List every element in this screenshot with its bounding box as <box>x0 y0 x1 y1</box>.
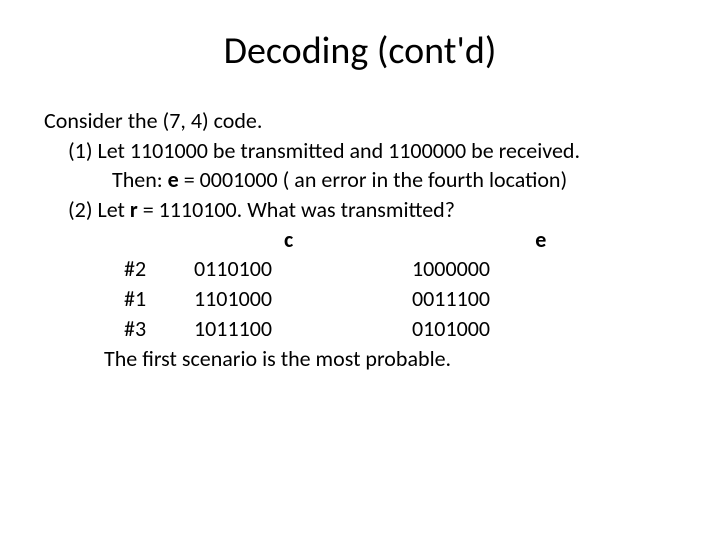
slide-title: Decoding (cont'd) <box>44 28 676 74</box>
e-bold: e <box>168 166 179 193</box>
table-header: c e <box>44 225 676 255</box>
row-index: #3 <box>124 314 194 344</box>
row-c: 0110100 <box>194 254 412 284</box>
intro-text: Consider the (7, 4) code. <box>44 106 676 136</box>
row-e: 0101000 <box>412 314 676 344</box>
header-c: c <box>124 225 293 255</box>
row-index: #1 <box>124 284 194 314</box>
point-1-then: Then: e = 0001000 ( an error in the four… <box>44 165 676 195</box>
row-c: 1011100 <box>194 314 412 344</box>
row-c: 1101000 <box>194 284 412 314</box>
row-e: 1000000 <box>412 254 676 284</box>
p2-suffix: = 1110100. What was transmitted? <box>138 196 455 223</box>
table-row: #2 0110100 1000000 <box>44 254 676 284</box>
then-suffix: = 0001000 ( an error in the fourth locat… <box>179 166 567 193</box>
table-row: #3 1011100 0101000 <box>44 314 676 344</box>
p2-prefix: (2) Let <box>68 196 130 223</box>
point-2: (2) Let r = 1110100. What was transmitte… <box>44 195 676 225</box>
row-index: #2 <box>124 254 194 284</box>
header-e: e <box>293 225 546 255</box>
row-e: 0011100 <box>412 284 676 314</box>
then-prefix: Then: <box>112 166 168 193</box>
slide-content: Consider the (7, 4) code. (1) Let 110100… <box>44 106 676 373</box>
point-1: (1) Let 1101000 be transmitted and 11000… <box>44 136 676 166</box>
table-row: #1 1101000 0011100 <box>44 284 676 314</box>
r-bold: r <box>130 196 138 223</box>
conclusion: The first scenario is the most probable. <box>44 344 676 374</box>
